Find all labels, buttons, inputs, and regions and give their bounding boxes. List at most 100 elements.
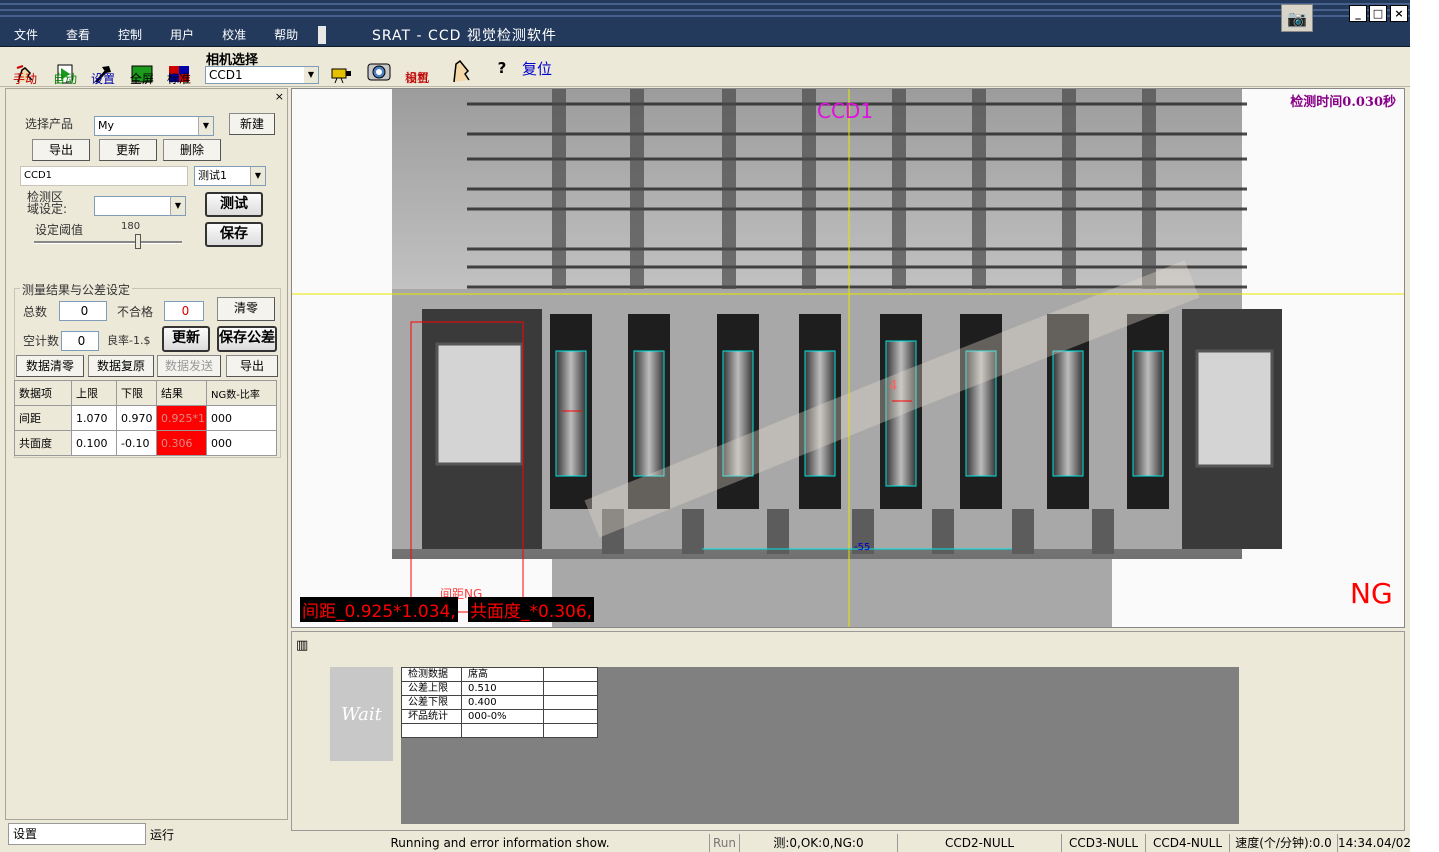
row-upper[interactable]: 0.100 xyxy=(71,430,117,456)
row-name: 共面度 xyxy=(14,430,72,456)
table-row: 公差下限 0.400 xyxy=(401,695,598,710)
table-row: 检测数据 席高 xyxy=(401,667,598,682)
row-name: 间距 xyxy=(14,405,72,431)
reset-label: 复位 xyxy=(521,59,552,78)
camera-select[interactable]: CCD1 ▼ xyxy=(205,66,319,84)
camera-lens-button[interactable] xyxy=(364,51,394,85)
toolbar: 手动 自动 设置 全屏 标准 相机选择 CCD1 ▼ 相机 设置 ? 复位 xyxy=(0,47,1410,87)
row-lower[interactable]: -0.10 xyxy=(116,430,157,456)
settings-button[interactable]: 设置 xyxy=(88,51,118,85)
row-upper[interactable]: 1.070 xyxy=(71,405,117,431)
data-restore-button[interactable]: 数据复原 xyxy=(88,355,154,377)
ccd-field: CCD1 xyxy=(20,166,188,186)
panel-icon: ▥ xyxy=(296,638,309,653)
empty-count-label: 空计数 xyxy=(23,334,60,348)
video-camera-icon xyxy=(331,68,351,84)
table-row: 坏品统计 000-0% xyxy=(401,709,598,724)
menu-separator xyxy=(318,26,327,44)
info-value xyxy=(461,723,544,738)
app-window: 文件 查看 控制 用户 校准 帮助 SRAT - CCD 视觉检测软件 📷 _ … xyxy=(0,0,1410,852)
standard-button[interactable]: 标准 xyxy=(164,51,194,85)
menu-view[interactable]: 查看 xyxy=(52,24,104,46)
help-icon: ? xyxy=(497,59,507,77)
export-button[interactable]: 导出 xyxy=(32,139,90,161)
menu-calibrate[interactable]: 校准 xyxy=(208,24,260,46)
panel-close-icon[interactable]: × xyxy=(275,90,284,103)
results-group-title: 测量结果与公差设定 xyxy=(20,281,133,298)
status-ccd3: CCD3-NULL xyxy=(1061,834,1145,852)
info-key: 检测数据 xyxy=(401,667,462,682)
camera-capture-button[interactable] xyxy=(326,51,356,85)
chevron-down-icon: ▼ xyxy=(170,197,185,215)
header-ng-ratio: NG数-比率 xyxy=(206,380,277,406)
fullscreen-button[interactable]: 全屏 xyxy=(127,51,157,85)
table-row: 公差上限 0.510 xyxy=(401,681,598,696)
test-button[interactable]: 测试 xyxy=(205,192,263,217)
menu-file[interactable]: 文件 xyxy=(0,24,52,46)
menu-user[interactable]: 用户 xyxy=(156,24,208,46)
table-row: 共面度 0.100 -0.10 0.306 000 xyxy=(14,430,277,456)
header-upper: 上限 xyxy=(71,380,117,406)
pointer-button[interactable] xyxy=(446,51,476,85)
close-button[interactable]: × xyxy=(1390,5,1408,22)
camera-image-view[interactable]: CCD1 检测时间0.030秒 NG 4 -55 间距NG 间距_0.925*1… xyxy=(291,88,1405,628)
auto-button[interactable]: 自动 xyxy=(50,51,80,85)
minimize-button[interactable]: _ xyxy=(1349,5,1367,22)
overlay-coplanarity: 共面度_*0.306, xyxy=(468,597,595,622)
chevron-down-icon: ▼ xyxy=(198,117,213,135)
product-select-value: My xyxy=(98,119,115,132)
run-tab[interactable]: 运行 xyxy=(150,826,174,843)
new-button[interactable]: 新建 xyxy=(229,113,275,135)
info-panel: ▥ Wait 检测数据 席高 公差上限 0.510 公差下限 0.400 坏品统计 00… xyxy=(291,631,1405,831)
chevron-down-icon: ▼ xyxy=(250,167,265,185)
total-value: 0 xyxy=(59,301,107,321)
settings-tab[interactable]: 设置 xyxy=(8,823,146,845)
region-select[interactable]: ▼ xyxy=(94,196,186,216)
refresh-button[interactable]: 更新 xyxy=(162,326,210,352)
total-label: 总数 xyxy=(23,305,48,319)
data-clear-button[interactable]: 数据清零 xyxy=(16,355,84,377)
menu-help[interactable]: 帮助 xyxy=(260,24,312,46)
info-extra xyxy=(543,709,598,724)
status-ccd2: CCD2-NULL xyxy=(897,834,1061,852)
data-export-button[interactable]: 导出 xyxy=(226,355,278,377)
camera-lens-icon xyxy=(367,63,391,81)
status-counts: 测:0,OK:0,NG:0 xyxy=(739,834,897,852)
region-label-2: 域设定: xyxy=(27,202,68,216)
left-panel: × 选择产品 My ▼ 新建 导出 更新 删除 CCD1 测试1 ▼ 检测区 域… xyxy=(5,88,288,820)
base-label: -55 xyxy=(854,542,871,553)
delete-button[interactable]: 删除 xyxy=(163,139,221,161)
app-title: SRAT - CCD 视觉检测软件 xyxy=(372,28,557,44)
info-extra xyxy=(543,681,598,696)
menu-control[interactable]: 控制 xyxy=(104,24,156,46)
row-lower[interactable]: 0.970 xyxy=(116,405,157,431)
settings-label: 设置 xyxy=(90,72,115,86)
select-product-label: 选择产品 xyxy=(25,117,74,131)
manual-button[interactable]: 手动 xyxy=(10,51,40,85)
clear-button[interactable]: 清零 xyxy=(217,297,275,321)
product-select[interactable]: My ▼ xyxy=(94,116,214,136)
yield-label: 良率-1.$ xyxy=(107,334,151,347)
info-key: 坏品统计 xyxy=(401,709,462,724)
info-extra xyxy=(543,695,598,710)
save-button[interactable]: 保存 xyxy=(205,222,263,247)
camera-select-value: CCD1 xyxy=(209,68,243,82)
detect-time: 检测时间0.030秒 xyxy=(1290,95,1396,110)
fail-label: 不合格 xyxy=(117,305,154,319)
info-key: 公差上限 xyxy=(401,681,462,696)
camera-settings-label-2: 设置 xyxy=(404,71,429,85)
manual-label: 手动 xyxy=(12,72,37,86)
help-button[interactable]: ? xyxy=(487,51,517,85)
info-value: 0.510 xyxy=(461,681,544,696)
standard-label: 标准 xyxy=(166,72,191,86)
row-result: 0.306 xyxy=(156,430,207,456)
restore-button[interactable]: □ xyxy=(1369,5,1387,22)
empty-count-value: 0 xyxy=(61,331,99,351)
reset-button[interactable]: 复位 xyxy=(520,51,554,85)
threshold-slider-track[interactable] xyxy=(34,241,182,244)
camera-settings-button[interactable]: 相机 设置 xyxy=(402,51,432,85)
save-tolerance-button[interactable]: 保存公差 xyxy=(217,326,277,352)
threshold-slider-thumb[interactable] xyxy=(134,234,141,249)
update-button[interactable]: 更新 xyxy=(99,139,157,161)
test-select[interactable]: 测试1 ▼ xyxy=(194,166,266,186)
